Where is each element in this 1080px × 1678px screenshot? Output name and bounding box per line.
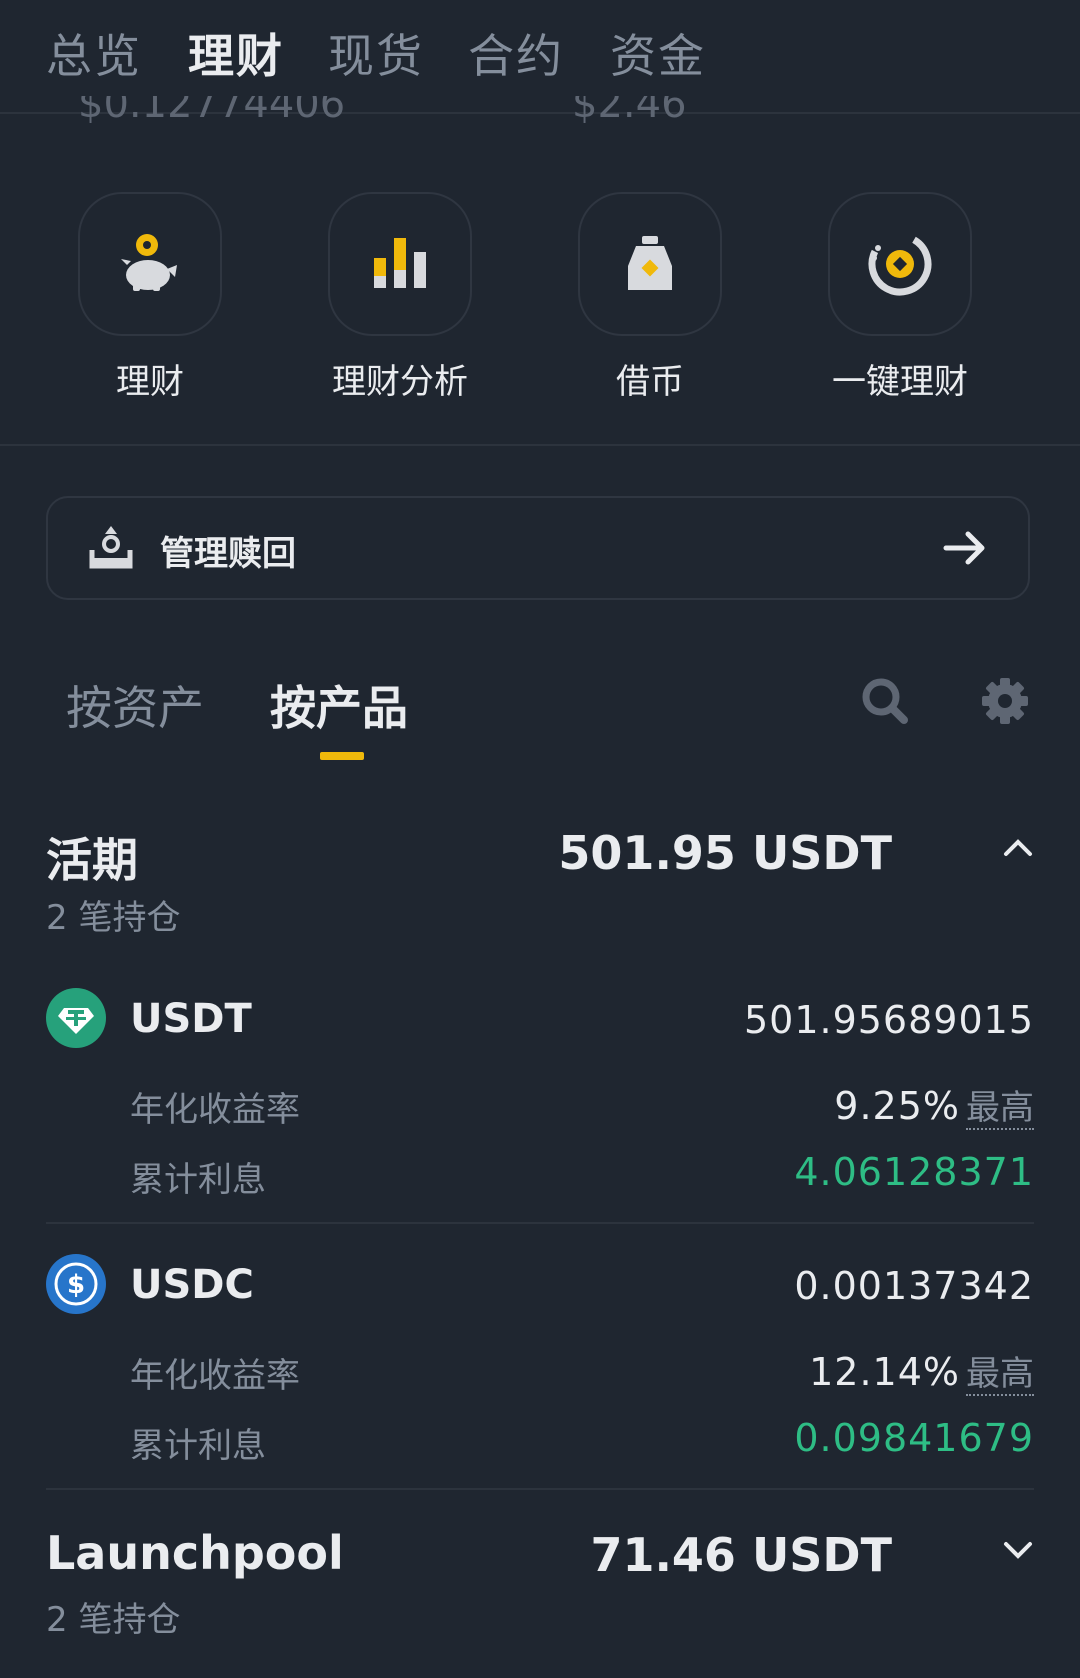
arrow-right-icon bbox=[942, 528, 990, 572]
apr-label: 年化收益率 bbox=[130, 1090, 300, 1130]
balance-peek-left: $0.12774406 bbox=[78, 96, 346, 124]
balance-peek-right: $2.46 bbox=[572, 96, 687, 124]
tab-funding[interactable]: 资金 bbox=[610, 20, 706, 86]
quick-action-earn-analysis[interactable]: 理财分析 bbox=[280, 192, 520, 403]
group-positions-launchpool: 2 笔持仓 bbox=[46, 1600, 181, 1640]
apr-value-usdc: 12.14% 最高 bbox=[809, 1346, 1034, 1396]
chevron-up-icon[interactable] bbox=[1002, 836, 1034, 864]
chevron-down-icon[interactable] bbox=[1002, 1538, 1034, 1566]
group-total-flexible: 501.95 USDT bbox=[558, 826, 892, 880]
svg-text:$: $ bbox=[67, 1270, 85, 1300]
active-tab-indicator bbox=[320, 752, 364, 760]
quick-action-label: 理财分析 bbox=[332, 362, 468, 402]
row-divider bbox=[46, 1222, 1034, 1224]
search-icon[interactable] bbox=[860, 676, 910, 730]
coin-amount-usdt: 501.95689015 bbox=[743, 998, 1034, 1042]
apr-value-usdt: 9.25% 最高 bbox=[834, 1080, 1034, 1130]
max-apr-badge[interactable]: 最高 bbox=[966, 1088, 1034, 1130]
bar-chart-icon bbox=[328, 192, 472, 336]
auto-invest-icon bbox=[828, 192, 972, 336]
quick-action-label: 理财 bbox=[116, 362, 184, 402]
group-title-flexible: 活期 bbox=[46, 833, 138, 887]
gear-icon[interactable] bbox=[980, 676, 1030, 730]
interest-label: 累计利息 bbox=[130, 1160, 266, 1200]
quick-action-auto-invest[interactable]: 一键理财 bbox=[780, 192, 1020, 403]
manage-redemption-label: 管理赎回 bbox=[160, 534, 296, 574]
tab-earn[interactable]: 理财 bbox=[188, 20, 284, 86]
coin-name-usdc: USDC bbox=[130, 1262, 254, 1308]
group-total-launchpool: 71.46 USDT bbox=[590, 1528, 892, 1582]
quick-action-earn[interactable]: 理财 bbox=[30, 192, 270, 403]
usdc-coin-icon: $ bbox=[46, 1254, 106, 1314]
coin-amount-usdc: 0.00137342 bbox=[794, 1264, 1034, 1308]
max-apr-badge[interactable]: 最高 bbox=[966, 1354, 1034, 1396]
coin-name-usdt: USDT bbox=[130, 996, 252, 1042]
row-divider bbox=[46, 1488, 1034, 1490]
quick-action-label: 一键理财 bbox=[832, 362, 968, 402]
apr-value: 12.14% bbox=[809, 1350, 960, 1394]
piggy-bank-icon bbox=[78, 192, 222, 336]
usdt-coin-icon bbox=[46, 988, 106, 1048]
quick-action-label: 借币 bbox=[616, 362, 684, 402]
apr-label: 年化收益率 bbox=[130, 1356, 300, 1396]
interest-value-usdt: 4.06128371 bbox=[794, 1150, 1034, 1194]
tab-by-asset[interactable]: 按资产 bbox=[66, 672, 204, 738]
loan-bag-icon bbox=[578, 192, 722, 336]
tab-by-product[interactable]: 按产品 bbox=[270, 672, 408, 738]
interest-value-usdc: 0.09841679 bbox=[794, 1416, 1034, 1460]
redeem-icon bbox=[88, 524, 134, 574]
interest-label: 累计利息 bbox=[130, 1426, 266, 1466]
tab-futures[interactable]: 合约 bbox=[468, 20, 564, 86]
tab-overview[interactable]: 总览 bbox=[46, 20, 142, 86]
section-divider bbox=[0, 444, 1080, 446]
group-title-launchpool: Launchpool bbox=[46, 1526, 344, 1580]
group-positions-flexible: 2 笔持仓 bbox=[46, 898, 181, 938]
tab-spot[interactable]: 现货 bbox=[328, 20, 424, 86]
quick-action-loan[interactable]: 借币 bbox=[530, 192, 770, 403]
apr-value: 9.25% bbox=[834, 1084, 960, 1128]
manage-redemption-button[interactable]: 管理赎回 bbox=[46, 496, 1030, 600]
